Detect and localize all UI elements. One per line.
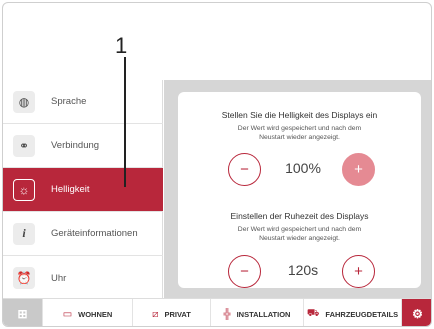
gear-icon: ⚙ (412, 307, 423, 321)
vehicle-icon: ⛟ (306, 307, 320, 319)
brightness-subtitle: Der Wert wird gespeichert und nach dem N… (237, 125, 362, 141)
sidebar-item-label: Uhr (51, 272, 67, 284)
settings-sidebar: ◍ Sprache ⚭ Verbindung ☼ Helligkeit i Ge… (3, 80, 163, 298)
sleep-value: 120s (287, 262, 319, 278)
main-panel: Stellen Sie die Helligkeit des Displays … (164, 80, 431, 298)
sleep-stepper: − 120s + (178, 255, 421, 289)
tab-installation[interactable]: ╬ INSTALLATION (211, 299, 304, 326)
grid-menu-button[interactable]: ⊞ (3, 299, 43, 326)
app-frame: ◍ Sprache ⚭ Verbindung ☼ Helligkeit i Ge… (2, 2, 432, 327)
settings-button[interactable]: ⚙ (402, 299, 431, 326)
sidebar-item-label: Verbindung (51, 140, 100, 151)
installation-icon: ╬ (223, 308, 231, 320)
brightness-icon: ☼ (13, 178, 35, 201)
tab-label: INSTALLATION (236, 309, 291, 319)
sleep-increase-button[interactable]: + (342, 255, 375, 288)
info-icon: i (13, 222, 35, 245)
bottom-navigation: ⊞ ▭ WOHNEN ⧄ PRIVAT ╬ INSTALLATION ⛟ FAH… (3, 298, 431, 326)
callout-number: 1 (115, 33, 128, 58)
sleep-decrease-button[interactable]: − (228, 255, 261, 288)
sidebar-item-uhr[interactable]: ⏰ Uhr (3, 256, 163, 300)
sidebar-item-verbindung[interactable]: ⚭ Verbindung (3, 124, 163, 168)
brightness-title: Stellen Sie die Helligkeit des Displays … (221, 110, 378, 120)
tab-label: WOHNEN (78, 309, 113, 319)
tab-label: FAHRZEUGDETAILS (325, 309, 399, 319)
sidebar-item-helligkeit[interactable]: ☼ Helligkeit (3, 168, 163, 212)
brightness-decrease-button[interactable]: − (228, 153, 261, 186)
tab-wohnen[interactable]: ▭ WOHNEN (43, 299, 133, 326)
globe-icon: ◍ (13, 90, 35, 113)
sidebar-item-geraeteinformationen[interactable]: i Geräteinformationen (3, 212, 163, 256)
brightness-increase-button[interactable]: + (342, 153, 375, 186)
settings-card: Stellen Sie die Helligkeit des Displays … (178, 92, 421, 288)
brightness-stepper: − 100% + (178, 153, 421, 187)
brightness-value: 100% (285, 160, 321, 176)
sidebar-item-sprache[interactable]: ◍ Sprache (3, 80, 163, 124)
sofa-icon: ▭ (62, 308, 73, 320)
sidebar-item-label: Helligkeit (51, 184, 90, 195)
callout-line (124, 57, 126, 187)
grid-icon: ⊞ (17, 307, 28, 321)
sleep-subtitle: Der Wert wird gespeichert und nach dem N… (237, 226, 362, 242)
tab-fahrzeugdetails[interactable]: ⛟ FAHRZEUGDETAILS (304, 299, 402, 326)
sidebar-item-label: Sprache (51, 96, 87, 107)
sidebar-item-label: Geräteinformationen (51, 228, 138, 239)
private-icon: ⧄ (152, 308, 159, 320)
link-icon: ⚭ (13, 134, 35, 157)
tab-privat[interactable]: ⧄ PRIVAT (133, 299, 211, 326)
sleep-title: Einstellen der Ruhezeit des Displays (230, 211, 369, 221)
alarm-clock-icon: ⏰ (13, 267, 35, 289)
tab-label: PRIVAT (164, 309, 191, 319)
